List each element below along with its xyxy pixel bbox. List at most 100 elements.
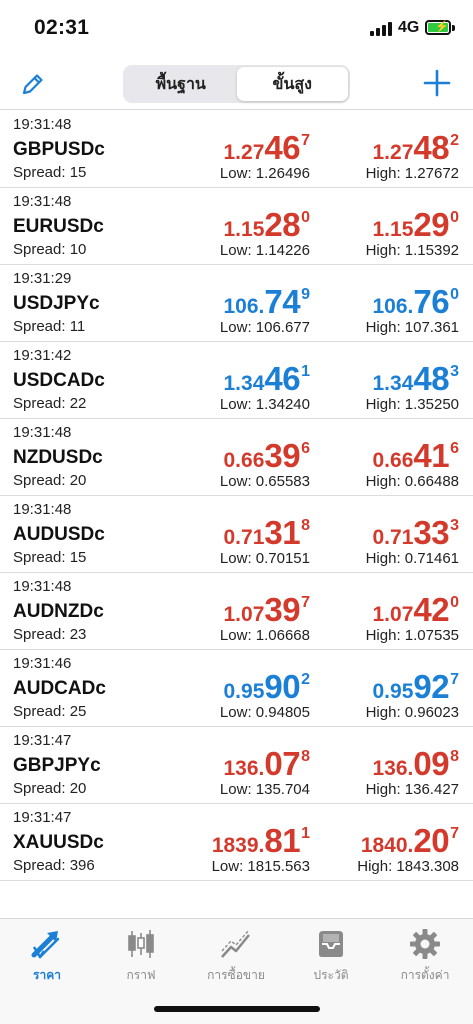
settings-gear-icon [410,929,440,959]
battery-tip [452,25,455,31]
ask-price-fraction: 3 [450,363,459,380]
quote-spread: Spread: 11 [13,318,86,335]
ask-price-fraction: 0 [450,209,459,226]
battery-icon: ⚡ [425,20,451,35]
status-time: 02:31 [34,16,90,39]
tab-settings[interactable]: การตั้งค่า [378,927,472,987]
ask-price-fraction: 0 [450,594,459,611]
quote-low: Low: 1.26496 [219,165,310,182]
bid-price: 0.95902 [224,668,311,706]
quote-row[interactable]: 19:31:47 XAUUSDc Spread: 396 1839.811 18… [0,804,473,881]
bid-price-pips: 31 [264,514,301,551]
quote-symbol: NZDUSDc [13,447,103,468]
bid-price-pips: 28 [264,206,301,243]
quote-time: 19:31:46 [13,655,72,672]
ask-price-prefix: 1.34 [372,372,414,395]
ask-price: 106.760 [373,283,460,321]
quote-row[interactable]: 19:31:48 AUDUSDc Spread: 15 0.71318 0.71… [0,496,473,573]
bid-price-pips: 07 [264,745,301,782]
quote-row[interactable]: 19:31:42 USDCADc Spread: 22 1.34461 1.34… [0,342,473,419]
quote-high: High: 136.427 [365,781,459,798]
quote-row[interactable]: 19:31:47 GBPJPYc Spread: 20 136.078 136.… [0,727,473,804]
quote-row[interactable]: 19:31:48 GBPUSDc Spread: 15 1.27467 1.27… [0,111,473,188]
tab-quotes[interactable]: ราคา [0,927,94,987]
ask-price-prefix: 1.27 [372,141,414,164]
quote-time: 19:31:47 [13,809,72,826]
bid-price-fraction: 0 [301,209,310,226]
quote-spread: Spread: 10 [13,241,87,258]
ask-price-fraction: 7 [450,825,459,842]
ask-price-pips: 09 [413,745,450,782]
network-type: 4G [398,19,420,36]
quote-row[interactable]: 19:31:48 EURUSDc Spread: 10 1.15280 1.15… [0,188,473,265]
ask-price-fraction: 0 [450,286,459,303]
quote-low: Low: 0.70151 [219,550,310,567]
quote-high: High: 107.361 [365,319,459,336]
segment-advanced[interactable]: ขั้นสูง [236,67,348,101]
bid-price-pips: 46 [264,129,301,166]
ask-price: 0.71333 [373,514,460,552]
cellular-signal-icon [370,22,394,36]
quote-high: High: 0.66488 [365,473,459,490]
quote-high: High: 1843.308 [357,858,459,875]
quote-low: Low: 1.34240 [219,396,310,413]
bid-price: 136.078 [224,745,311,783]
ask-price-pips: 76 [413,283,450,320]
ask-price-prefix: 1.15 [372,218,414,241]
bid-price: 0.71318 [224,514,311,552]
ask-price-prefix: 0.71 [372,526,414,549]
quote-spread: Spread: 20 [13,780,87,797]
quote-row[interactable]: 19:31:29 USDJPYc Spread: 11 106.749 106.… [0,265,473,342]
bid-price-fraction: 7 [301,132,310,149]
bid-price-fraction: 8 [301,517,310,534]
bid-price-pips: 46 [264,360,301,397]
quote-spread: Spread: 15 [13,164,87,181]
ask-price: 0.95927 [373,668,460,706]
ask-price: 1.34483 [373,360,460,398]
quote-symbol: USDCADc [13,370,105,391]
tab-history[interactable]: ประวัติ [284,927,378,987]
bid-price-pips: 90 [264,668,301,705]
ask-price-fraction: 6 [450,440,459,457]
bid-price-fraction: 9 [301,286,310,303]
bid-price-fraction: 1 [301,363,310,380]
quote-symbol: AUDUSDc [13,524,105,545]
tab-label: ราคา [33,968,61,982]
bid-price-fraction: 8 [301,748,310,765]
tab-label: กราฟ [126,968,156,982]
quote-symbol: EURUSDc [13,216,104,237]
ask-price-prefix: 0.95 [372,680,414,703]
quote-symbol: GBPJPYc [13,755,101,776]
tab-trade[interactable]: การซื้อขาย [189,927,283,987]
ask-price-pips: 48 [413,360,450,397]
quote-row[interactable]: 19:31:46 AUDCADc Spread: 25 0.95902 0.95… [0,650,473,727]
candlestick-chart-icon [128,930,154,958]
bid-price-prefix: 1839. [211,834,265,857]
bid-price-fraction: 6 [301,440,310,457]
view-mode-segmented-control: พื้นฐาน ขั้นสูง [123,65,350,103]
pencil-icon[interactable] [18,69,48,99]
quote-symbol: USDJPYc [13,293,100,314]
bid-price-prefix: 106. [223,295,265,318]
quote-time: 19:31:48 [13,193,72,210]
quote-high: High: 1.27672 [365,165,459,182]
ask-price-fraction: 2 [450,132,459,149]
ask-price-fraction: 8 [450,748,459,765]
ask-price: 1.07420 [373,591,460,629]
ask-price-pips: 48 [413,129,450,166]
quote-row[interactable]: 19:31:48 NZDUSDc Spread: 20 0.66396 0.66… [0,419,473,496]
ask-price-pips: 41 [413,437,450,474]
quote-spread: Spread: 396 [13,857,95,874]
ask-price-prefix: 1840. [360,834,414,857]
plus-icon[interactable] [421,67,453,99]
bid-price-prefix: 0.71 [223,526,265,549]
ask-price-pips: 92 [413,668,450,705]
tab-chart[interactable]: กราฟ [94,927,188,987]
segment-basic[interactable]: พื้นฐาน [125,67,237,101]
quote-row[interactable]: 19:31:48 AUDNZDc Spread: 23 1.07397 1.07… [0,573,473,650]
quote-low: Low: 1815.563 [211,858,310,875]
ask-price-prefix: 136. [372,757,414,780]
bid-price-fraction: 2 [301,671,310,688]
quote-high: High: 0.96023 [365,704,459,721]
bid-price-pips: 39 [264,437,301,474]
